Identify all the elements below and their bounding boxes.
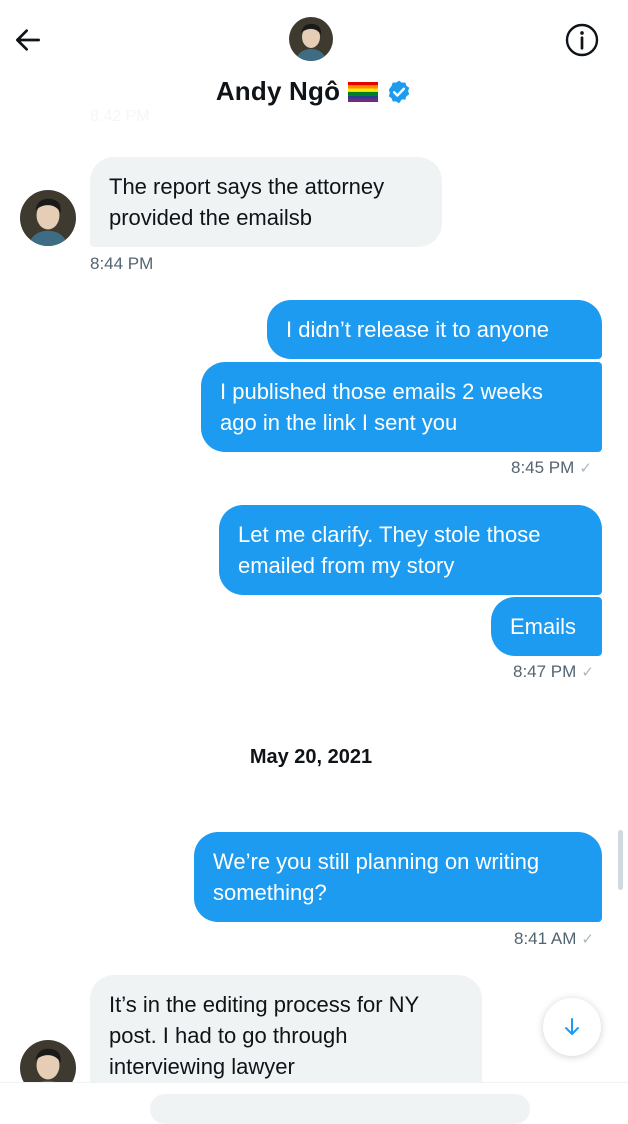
scroll-to-bottom-button[interactable] xyxy=(543,998,601,1056)
header-avatar[interactable] xyxy=(289,17,333,61)
message-timestamp: 8:41 AM ✓ xyxy=(514,929,594,948)
sent-message[interactable]: Emails xyxy=(491,597,602,656)
verified-badge-icon xyxy=(389,80,410,103)
sent-message[interactable]: We’re you still planning on writing some… xyxy=(194,832,602,922)
scrollbar[interactable] xyxy=(618,830,623,890)
back-button[interactable] xyxy=(10,22,46,58)
conversation-header: Andy Ngô xyxy=(0,0,628,122)
sent-check-icon: ✓ xyxy=(579,460,592,477)
message-timestamp: 8:45 PM ✓ xyxy=(511,458,592,477)
sent-check-icon: ✓ xyxy=(581,931,594,948)
info-button[interactable] xyxy=(562,20,602,60)
received-message[interactable]: The report says the attorney provided th… xyxy=(90,157,442,247)
contact-name: Andy Ngô xyxy=(215,76,341,106)
info-icon xyxy=(565,23,599,57)
sent-message[interactable]: I didn’t release it to anyone xyxy=(267,300,602,359)
sent-message[interactable]: I published those emails 2 weeks ago in … xyxy=(201,362,602,452)
contact-name-row[interactable]: Andy Ngô xyxy=(0,76,628,107)
arrow-down-icon xyxy=(565,1018,579,1035)
message-timestamp: 8:47 PM ✓ xyxy=(513,662,594,681)
arrow-left-icon xyxy=(15,29,40,51)
sent-message[interactable]: Let me clarify. They stole those emailed… xyxy=(219,505,602,595)
sender-avatar[interactable] xyxy=(20,190,76,246)
date-separator: May 20, 2021 xyxy=(249,746,373,768)
message-input[interactable] xyxy=(150,1094,530,1124)
sent-check-icon: ✓ xyxy=(581,664,594,681)
rainbow-flag-icon xyxy=(348,81,379,102)
message-timestamp: 8:44 PM xyxy=(90,254,154,273)
